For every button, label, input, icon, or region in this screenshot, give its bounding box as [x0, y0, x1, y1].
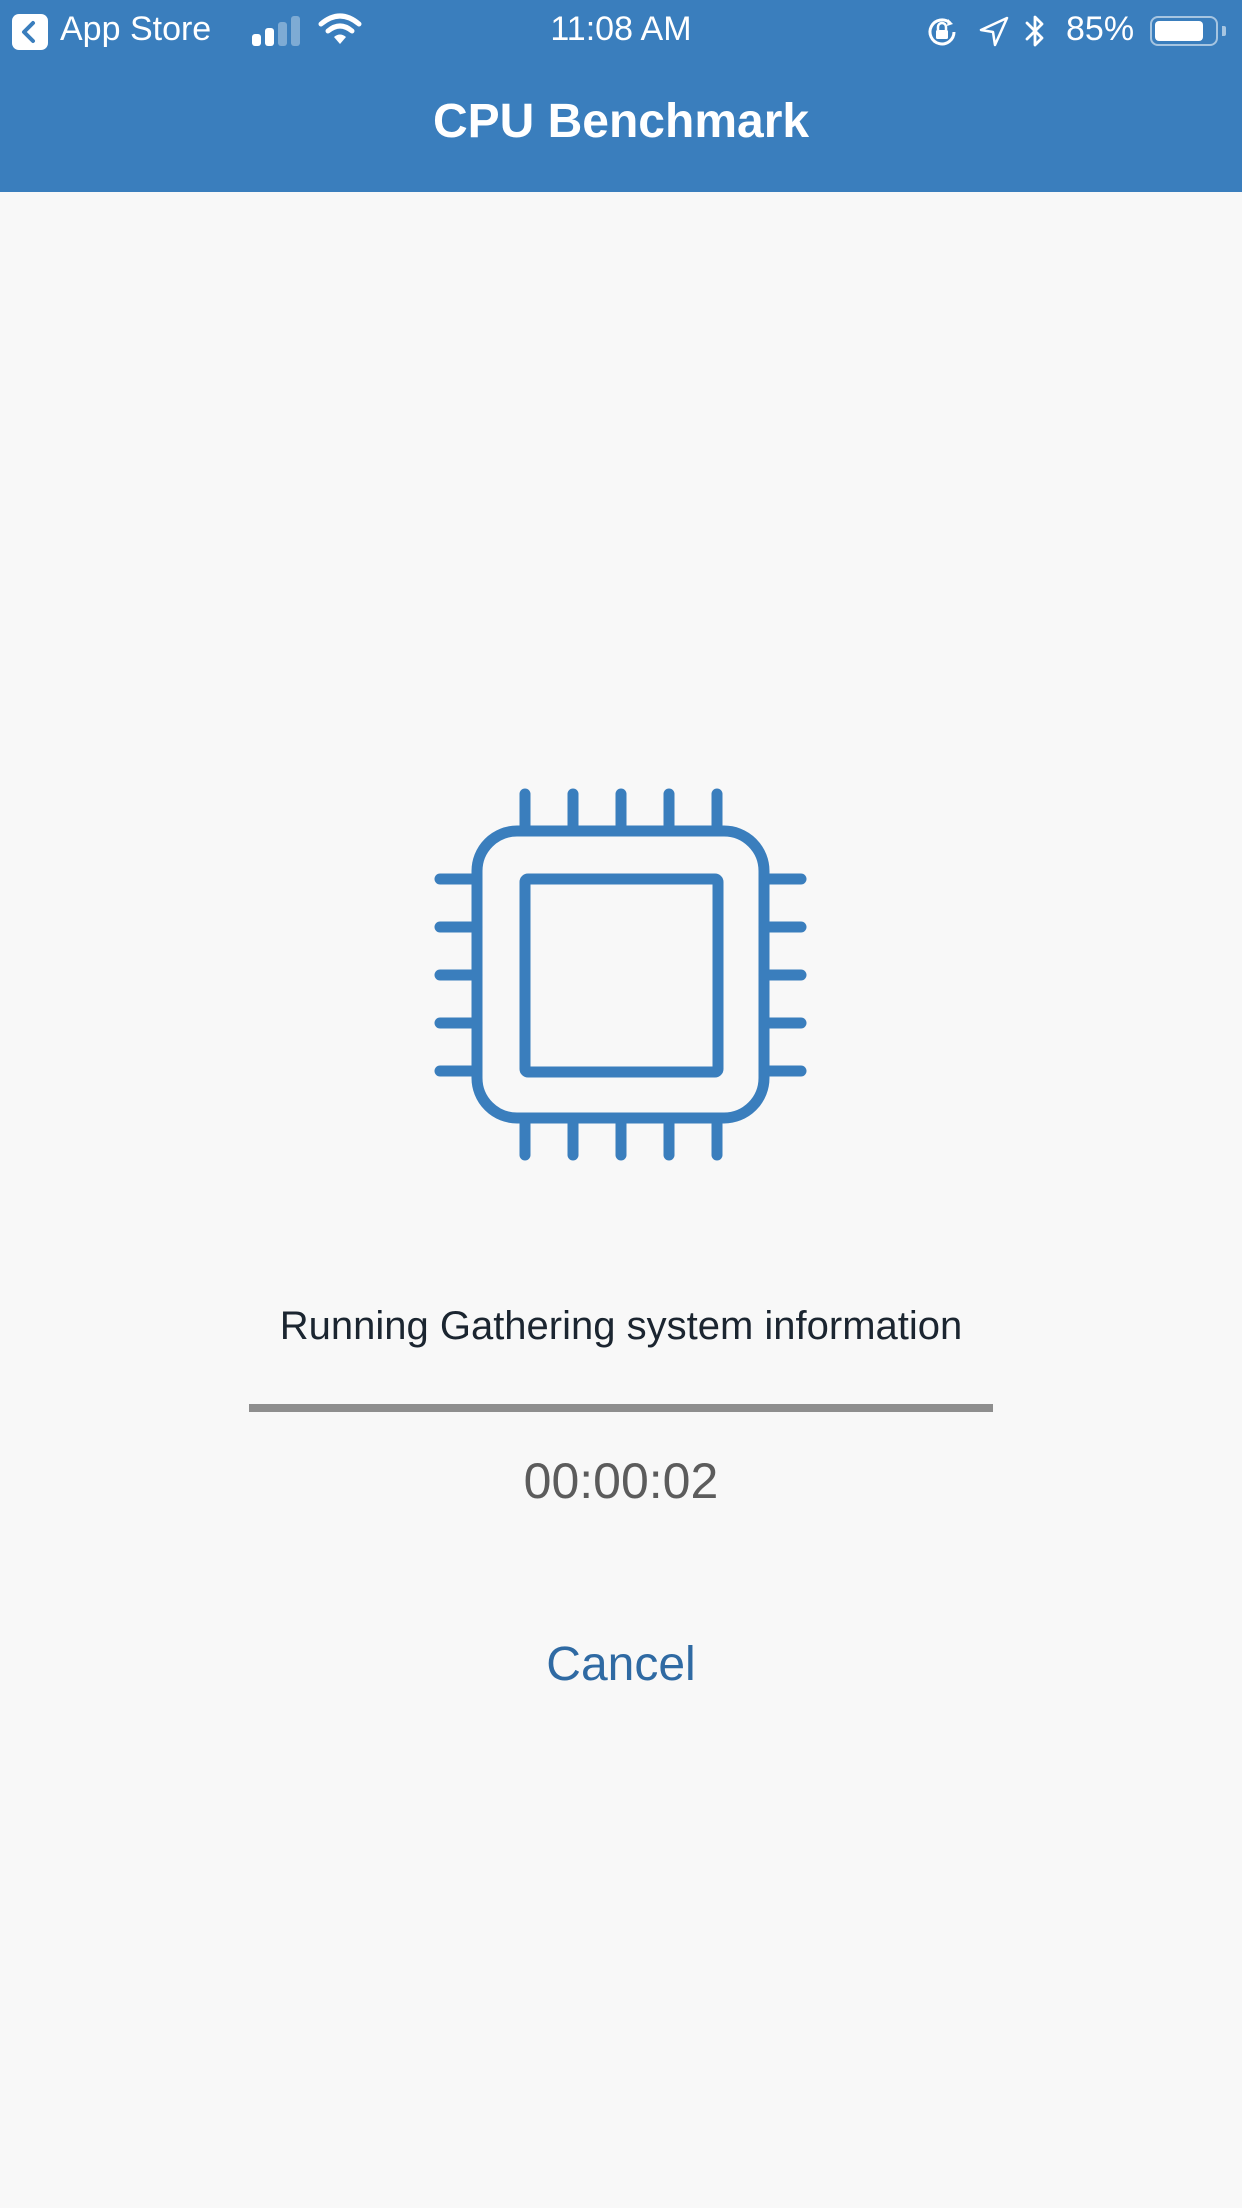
page-title: CPU Benchmark: [432, 95, 810, 148]
progress-fill: [249, 1404, 993, 1412]
status-time: 11:08 AM: [550, 10, 692, 48]
status-bar: App Store 11:08 AM 85%: [0, 0, 1242, 62]
progress-bar: [249, 1404, 993, 1412]
navigation-bar: App Store 11:08 AM 85% CPU Benchmark: [0, 0, 1242, 192]
bluetooth-icon: [1025, 15, 1044, 47]
elapsed-timer: 00:00:02: [523, 1453, 719, 1509]
battery-tip: [1222, 26, 1226, 36]
cancel-button[interactable]: Cancel: [521, 1630, 721, 1700]
battery-level: [1155, 21, 1204, 41]
battery-icon: [1150, 16, 1218, 46]
cpu-chip-icon: [434, 788, 807, 1161]
location-icon: [979, 16, 1009, 47]
rotation-lock-icon: [928, 18, 956, 46]
benchmark-status-text: Running Gathering system information: [279, 1304, 963, 1348]
battery-percent: 85%: [1066, 10, 1135, 48]
